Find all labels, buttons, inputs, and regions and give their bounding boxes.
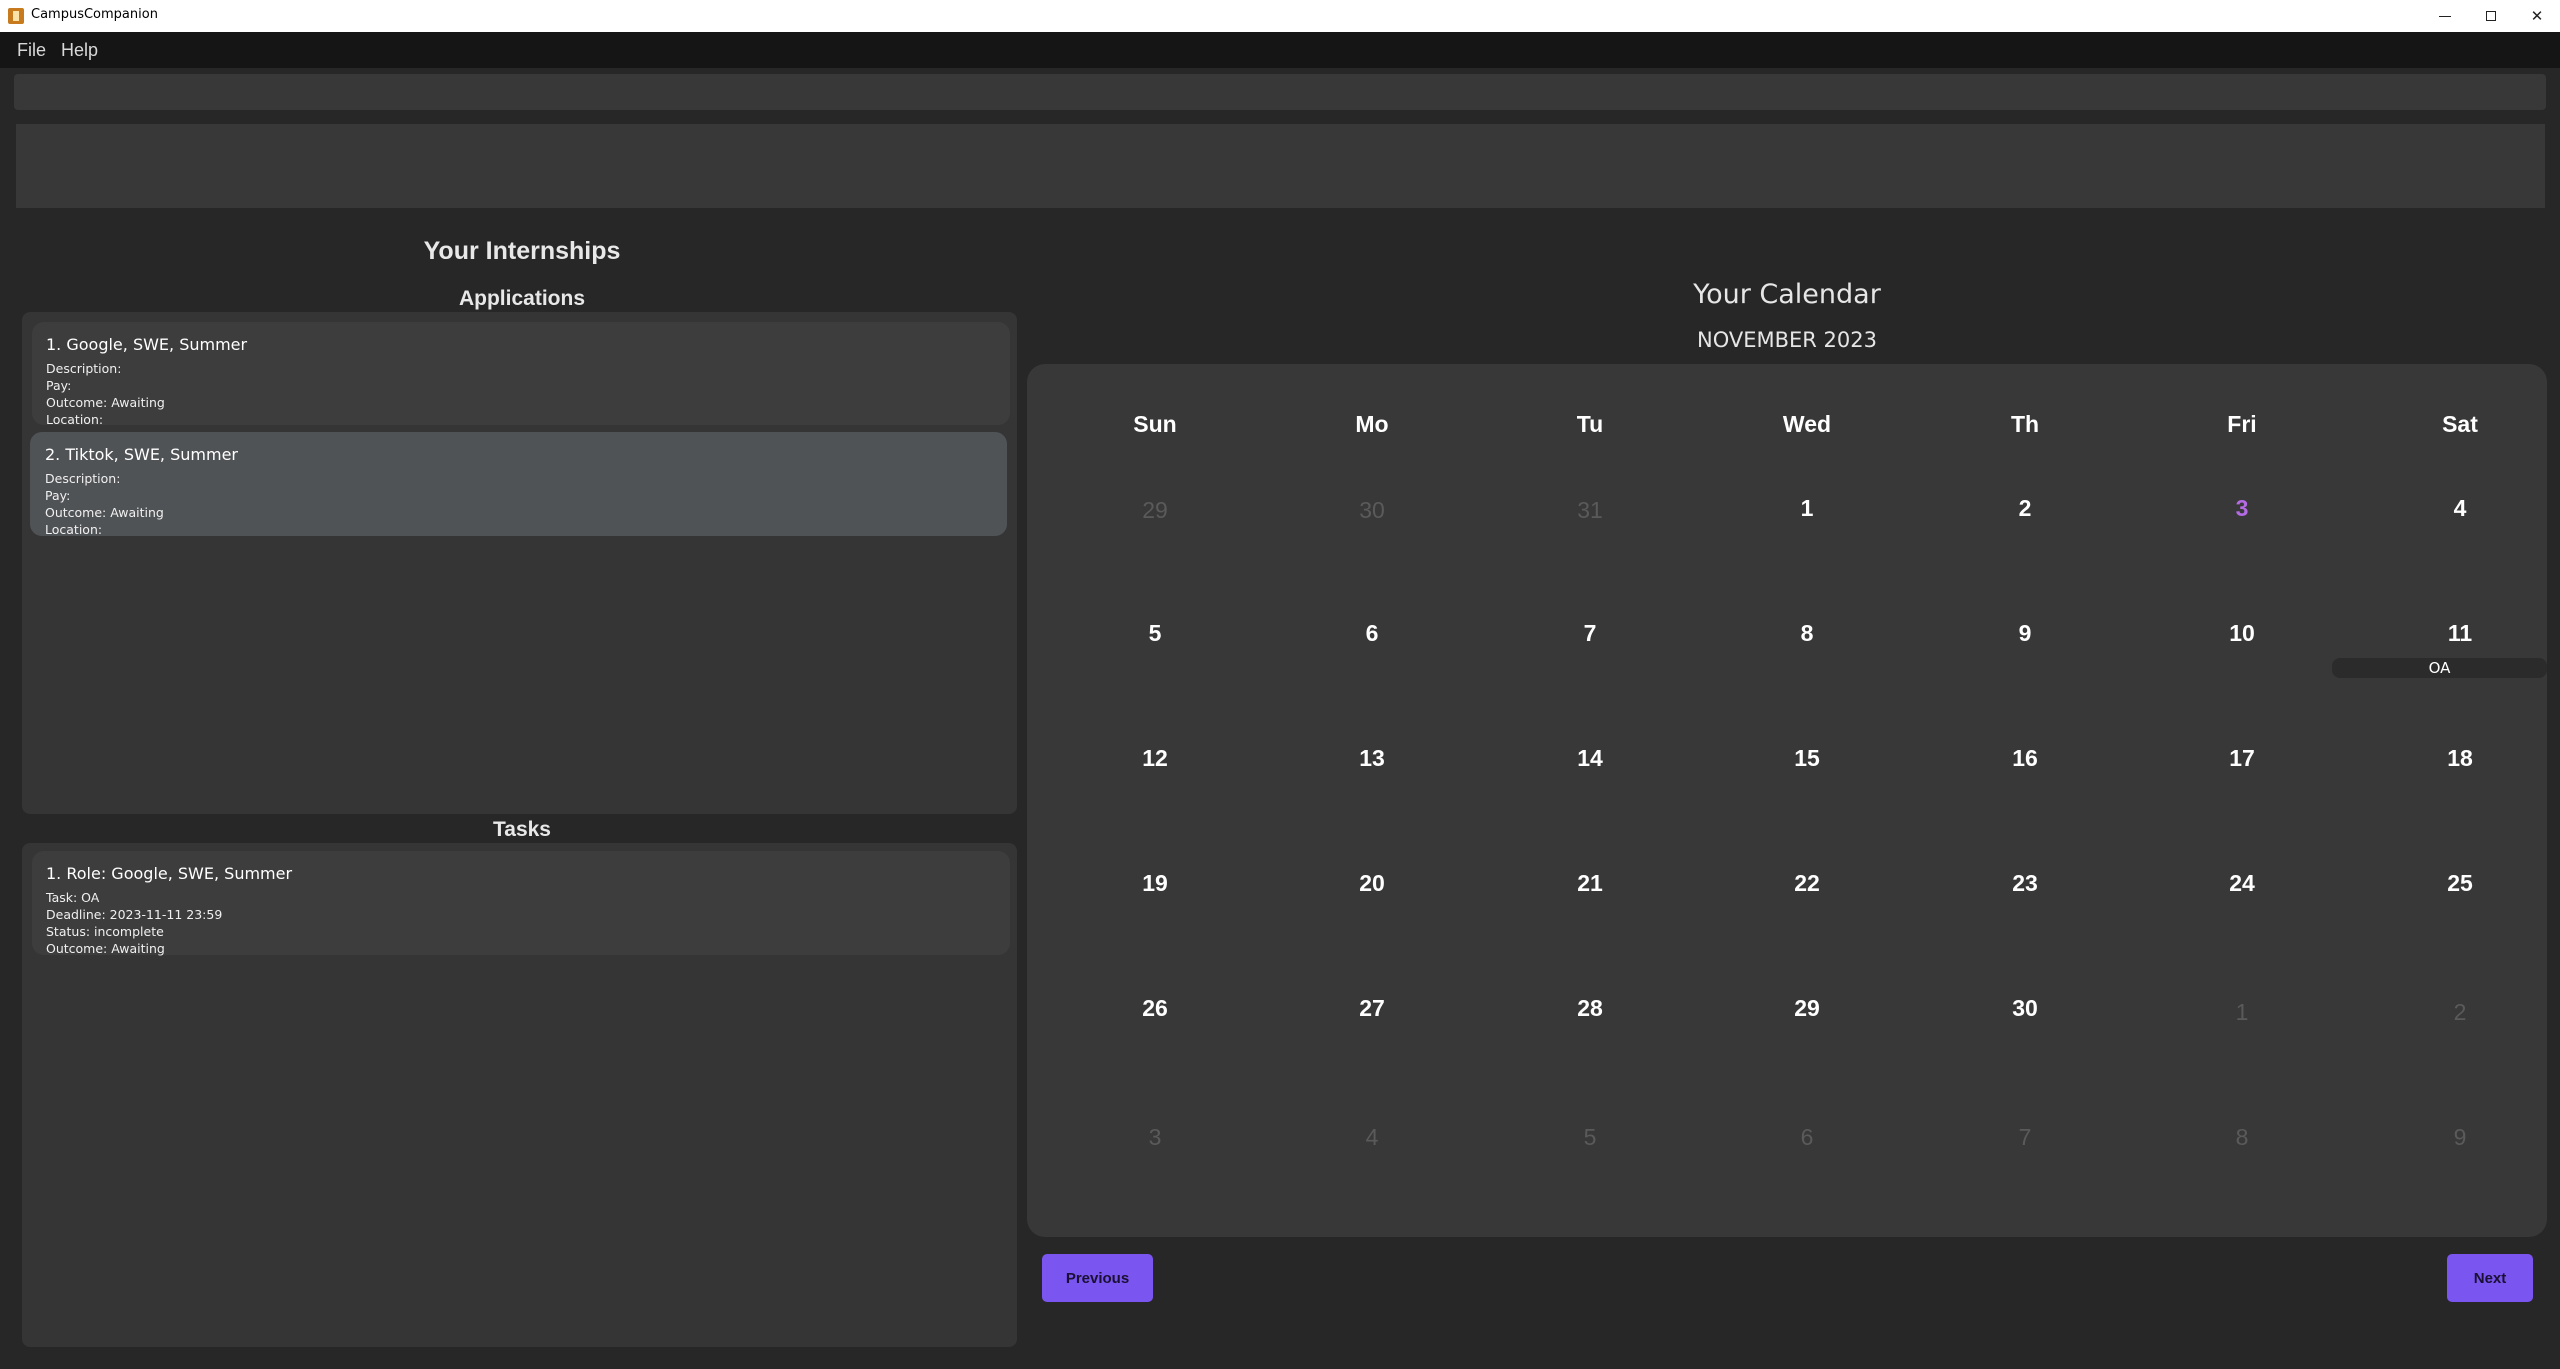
- calendar-day[interactable]: 17: [2182, 745, 2302, 772]
- application-card-selected[interactable]: 2. Tiktok, SWE, Summer Description: Pay:…: [30, 432, 1007, 537]
- calendar-day[interactable]: 1: [2182, 999, 2302, 1026]
- calendar-day-today[interactable]: 3: [2182, 495, 2302, 522]
- menu-bar: File Help: [0, 32, 2560, 68]
- calendar-day[interactable]: 30: [1965, 995, 2085, 1022]
- calendar-day[interactable]: 15: [1747, 745, 1867, 772]
- calendar-day[interactable]: 19: [1095, 870, 1215, 897]
- tasks-title: Tasks: [493, 818, 551, 841]
- calendar-day[interactable]: 6: [1747, 1124, 1867, 1151]
- task-name: Task: OA: [46, 890, 100, 905]
- menu-help[interactable]: Help: [61, 40, 98, 61]
- calendar-month: NOVEMBER 2023: [1696, 328, 1877, 352]
- dow-sun: Sun: [1133, 411, 1177, 437]
- calendar-day[interactable]: 11: [2400, 620, 2520, 647]
- command-input[interactable]: [14, 74, 2546, 110]
- calendar-day[interactable]: 14: [1530, 745, 1650, 772]
- next-month-button[interactable]: Next: [2447, 1254, 2533, 1302]
- close-icon[interactable]: ✕: [2514, 0, 2560, 32]
- calendar-day[interactable]: 7: [1965, 1124, 2085, 1151]
- result-display: [16, 124, 2545, 208]
- calendar-day[interactable]: 29: [1095, 497, 1215, 524]
- application-outcome: Outcome: Awaiting: [46, 395, 165, 410]
- application-outcome: Outcome: Awaiting: [45, 505, 164, 520]
- calendar-day[interactable]: 10: [2182, 620, 2302, 647]
- calendar-day[interactable]: 29: [1747, 995, 1867, 1022]
- calendar-day[interactable]: 4: [2400, 495, 2520, 522]
- calendar-day[interactable]: 26: [1095, 995, 1215, 1022]
- calendar-day[interactable]: 5: [1530, 1124, 1650, 1151]
- calendar-day[interactable]: 27: [1312, 995, 1432, 1022]
- tasks-list[interactable]: 1. Role: Google, SWE, Summer Task: OA De…: [22, 843, 1017, 1347]
- calendar-day[interactable]: 2: [2400, 999, 2520, 1026]
- calendar-day[interactable]: 23: [1965, 870, 2085, 897]
- app-icon: [8, 8, 24, 24]
- dow-mon: Mo: [1355, 411, 1389, 437]
- calendar-grid: Sun Mo Tu Wed Th Fri Sat 29 30 31 1 2 3 …: [1027, 364, 2547, 1237]
- previous-month-button[interactable]: Previous: [1042, 1254, 1153, 1302]
- maximize-icon[interactable]: [2468, 0, 2514, 32]
- calendar-day[interactable]: 21: [1530, 870, 1650, 897]
- calendar-day[interactable]: 3: [1095, 1124, 1215, 1151]
- calendar-day[interactable]: 30: [1312, 497, 1432, 524]
- internships-title: Your Internships: [423, 237, 621, 265]
- calendar-day[interactable]: 7: [1530, 620, 1650, 647]
- application-description: Description:: [45, 471, 121, 486]
- dow-wed: Wed: [1782, 411, 1832, 437]
- window-title-bar: CampusCompanion ✕: [0, 0, 2560, 32]
- calendar-day[interactable]: 13: [1312, 745, 1432, 772]
- calendar-day[interactable]: 5: [1095, 620, 1215, 647]
- calendar-day[interactable]: 6: [1312, 620, 1432, 647]
- application-description: Description:: [46, 361, 122, 376]
- application-location: Location:: [46, 412, 104, 427]
- task-card[interactable]: 1. Role: Google, SWE, Summer Task: OA De…: [32, 851, 1010, 956]
- dow-thu: Th: [2010, 411, 2040, 437]
- window-title: CampusCompanion: [31, 7, 158, 22]
- calendar-day[interactable]: 20: [1312, 870, 1432, 897]
- application-header: 2. Tiktok, SWE, Summer: [45, 445, 238, 464]
- applications-list[interactable]: 1. Google, SWE, Summer Description: Pay:…: [22, 312, 1017, 814]
- calendar-day[interactable]: 2: [1965, 495, 2085, 522]
- calendar-day[interactable]: 18: [2400, 745, 2520, 772]
- calendar-day[interactable]: 8: [1747, 620, 1867, 647]
- task-outcome: Outcome: Awaiting: [46, 941, 165, 956]
- calendar-day[interactable]: 16: [1965, 745, 2085, 772]
- task-deadline: Deadline: 2023-11-11 23:59: [46, 907, 223, 922]
- calendar-day[interactable]: 25: [2400, 870, 2520, 897]
- calendar-day[interactable]: 1: [1747, 495, 1867, 522]
- calendar-day[interactable]: 4: [1312, 1124, 1432, 1151]
- applications-title: Applications: [458, 287, 585, 310]
- task-status: Status: incomplete: [46, 924, 164, 939]
- application-header: 1. Google, SWE, Summer: [46, 335, 248, 354]
- dow-tue: Tu: [1576, 411, 1604, 437]
- application-pay: Pay:: [45, 488, 71, 503]
- task-header: 1. Role: Google, SWE, Summer: [46, 864, 293, 883]
- calendar-day[interactable]: 24: [2182, 870, 2302, 897]
- dow-sat: Sat: [2442, 411, 2478, 437]
- calendar-day[interactable]: 28: [1530, 995, 1650, 1022]
- application-pay: Pay:: [46, 378, 72, 393]
- dow-fri: Fri: [2227, 411, 2257, 437]
- minimize-icon[interactable]: [2422, 0, 2468, 32]
- application-card[interactable]: 1. Google, SWE, Summer Description: Pay:…: [32, 322, 1010, 427]
- calendar-day[interactable]: 22: [1747, 870, 1867, 897]
- menu-file[interactable]: File: [17, 40, 46, 61]
- calendar-day[interactable]: 9: [2400, 1124, 2520, 1151]
- calendar-day[interactable]: 31: [1530, 497, 1650, 524]
- calendar-event[interactable]: OA: [2332, 658, 2547, 678]
- calendar-day[interactable]: 9: [1965, 620, 2085, 647]
- calendar-day[interactable]: 12: [1095, 745, 1215, 772]
- application-location: Location:: [45, 522, 103, 537]
- calendar-title: Your Calendar: [1693, 279, 1881, 310]
- calendar-day[interactable]: 8: [2182, 1124, 2302, 1151]
